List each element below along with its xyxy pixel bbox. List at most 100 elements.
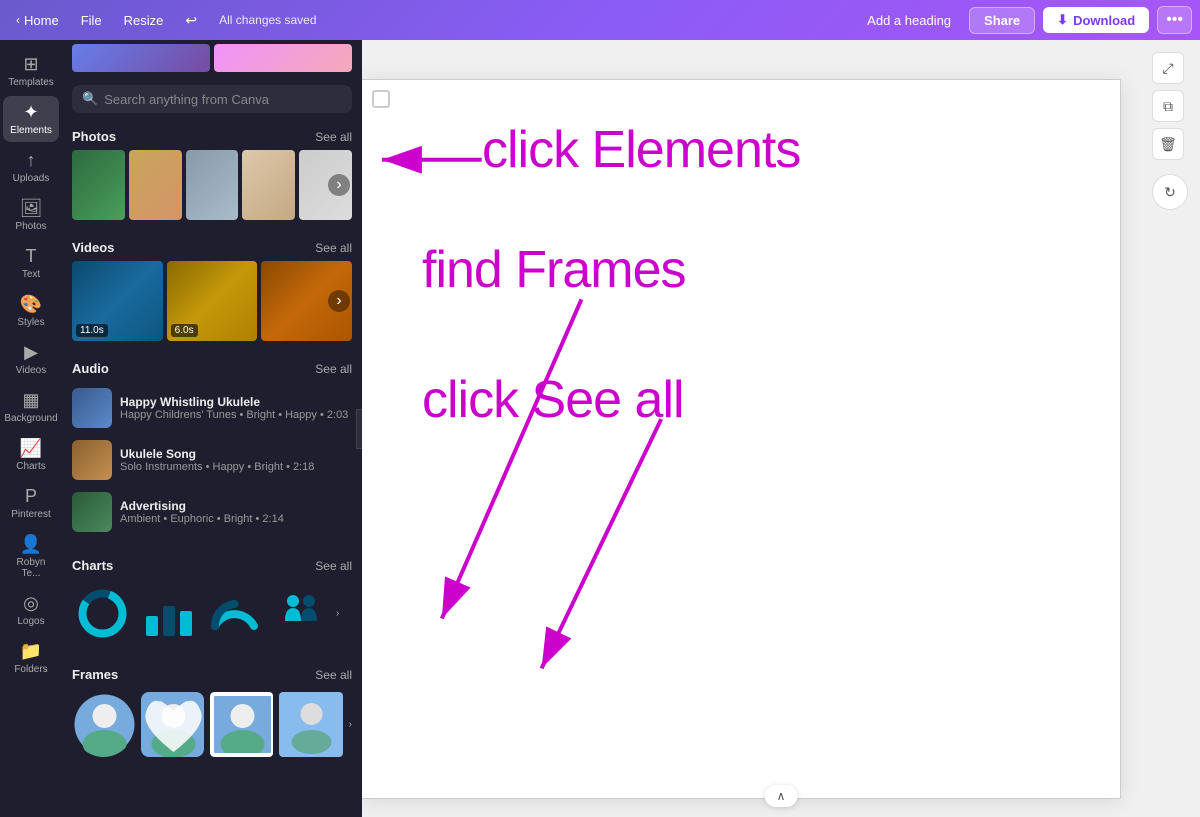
frame-circle-item[interactable] bbox=[72, 692, 135, 757]
arrows-overlay bbox=[362, 80, 1120, 798]
page-nav[interactable]: ∧ bbox=[765, 785, 798, 807]
sidebar-item-uploads[interactable]: ↑ Uploads bbox=[3, 144, 59, 190]
more-options-button[interactable]: ••• bbox=[1157, 6, 1192, 34]
arc-chart-svg bbox=[207, 586, 262, 641]
uploads-icon: ↑ bbox=[27, 150, 36, 171]
video-item[interactable]: › bbox=[261, 261, 352, 341]
home-label: Home bbox=[24, 13, 59, 28]
sidebar-item-label: Videos bbox=[16, 365, 46, 376]
frame-rect-item[interactable] bbox=[210, 692, 273, 757]
video-item[interactable]: 6.0s bbox=[167, 261, 258, 341]
sidebar-item-text[interactable]: T Text bbox=[3, 240, 59, 286]
audio-meta: Happy Childrens' Tunes • Bright • Happy … bbox=[120, 409, 352, 421]
sidebar-item-label: Elements bbox=[10, 125, 52, 136]
back-chevron-icon: ‹ bbox=[16, 13, 20, 27]
photos-icon: 🖼 bbox=[20, 198, 43, 219]
background-icon: ▦ bbox=[22, 390, 39, 411]
undo-button[interactable]: ↩ bbox=[177, 8, 205, 33]
sidebar-item-templates[interactable]: ⊞ Templates bbox=[3, 48, 59, 94]
photos-see-all-button[interactable]: See all bbox=[315, 130, 352, 144]
sidebar-item-pinterest[interactable]: P Pinterest bbox=[3, 480, 59, 526]
charts-next-arrow[interactable]: › bbox=[336, 608, 339, 619]
search-input[interactable] bbox=[104, 92, 342, 107]
sidebar-item-robyn[interactable]: 👤 Robyn Te... bbox=[3, 528, 59, 585]
file-button[interactable]: File bbox=[73, 9, 110, 32]
donut-chart-item[interactable] bbox=[72, 583, 132, 643]
hide-panel-button[interactable]: ‹ bbox=[356, 409, 362, 449]
photo-item[interactable]: › bbox=[299, 150, 352, 220]
frame-heart-svg bbox=[141, 692, 204, 757]
videos-next-arrow[interactable]: › bbox=[328, 290, 350, 312]
frame-extra-item[interactable] bbox=[279, 692, 342, 757]
sidebar-item-charts[interactable]: 📈 Charts bbox=[3, 432, 59, 478]
sidebar-item-styles[interactable]: 🎨 Styles bbox=[3, 288, 59, 334]
sidebar-item-label: Robyn Te... bbox=[7, 557, 55, 579]
copy-tool-button[interactable]: ⧉ bbox=[1152, 90, 1184, 122]
frames-grid: › bbox=[72, 688, 352, 761]
photo-item[interactable] bbox=[186, 150, 239, 220]
topbar-right: Add a heading Share ⬇ Download ••• bbox=[857, 6, 1192, 34]
frame-extra-svg bbox=[279, 692, 342, 757]
topbar: ‹ Home File Resize ↩ All changes saved A… bbox=[0, 0, 1200, 40]
video-duration: 6.0s bbox=[171, 324, 198, 337]
sidebar-item-photos[interactable]: 🖼 Photos bbox=[3, 192, 59, 238]
audio-see-all-button[interactable]: See all bbox=[315, 362, 352, 376]
add-heading-label: Add a heading bbox=[867, 13, 951, 28]
arc-chart-item[interactable] bbox=[204, 583, 264, 643]
page-nav-icon: ∧ bbox=[777, 789, 786, 803]
strip-item bbox=[214, 44, 352, 72]
main-layout: ⊞ Templates ✦ Elements ↑ Uploads 🖼 Photo… bbox=[0, 40, 1200, 817]
saved-status: All changes saved bbox=[219, 13, 316, 27]
photos-section: Photos See all › bbox=[62, 121, 362, 232]
frames-next-arrow[interactable]: › bbox=[349, 719, 352, 730]
more-icon: ••• bbox=[1166, 11, 1183, 28]
strip-item bbox=[72, 44, 210, 72]
sidebar-item-label: Pinterest bbox=[11, 509, 50, 520]
video-duration: 11.0s bbox=[76, 324, 108, 337]
home-button[interactable]: ‹ Home bbox=[8, 9, 67, 32]
photo-item[interactable] bbox=[242, 150, 295, 220]
audio-item[interactable]: Advertising Ambient • Euphoric • Bright … bbox=[72, 486, 352, 538]
video-item[interactable]: 11.0s bbox=[72, 261, 163, 341]
audio-item[interactable]: Ukulele Song Solo Instruments • Happy • … bbox=[72, 434, 352, 486]
refresh-button[interactable]: ↻ bbox=[1152, 174, 1188, 210]
donut-chart-svg bbox=[75, 586, 130, 641]
sidebar-item-logos[interactable]: ◎ Logos bbox=[3, 587, 59, 633]
download-button[interactable]: ⬇ Download bbox=[1043, 7, 1149, 33]
photo-item[interactable] bbox=[72, 150, 125, 220]
download-icon: ⬇ bbox=[1057, 12, 1068, 28]
charts-see-all-button[interactable]: See all bbox=[315, 559, 352, 573]
photo-item[interactable] bbox=[129, 150, 182, 220]
resize-button[interactable]: Resize bbox=[116, 9, 172, 32]
search-bar: 🔍 bbox=[62, 75, 362, 121]
add-heading-button[interactable]: Add a heading bbox=[857, 9, 961, 32]
bar-chart-item[interactable] bbox=[138, 583, 198, 643]
sidebar-item-label: Text bbox=[22, 269, 40, 280]
charts-section: Charts See all bbox=[62, 550, 362, 659]
frame-circle-svg bbox=[72, 692, 135, 757]
delete-tool-button[interactable]: 🗑 bbox=[1152, 128, 1184, 160]
frames-see-all-button[interactable]: See all bbox=[315, 668, 352, 682]
sidebar-item-folders[interactable]: 📁 Folders bbox=[3, 635, 59, 681]
photos-next-arrow[interactable]: › bbox=[328, 174, 350, 196]
people-chart-item[interactable] bbox=[270, 583, 330, 643]
canvas-checkbox[interactable] bbox=[372, 90, 390, 108]
expand-tool-button[interactable]: ⤢ bbox=[1152, 52, 1184, 84]
undo-icon: ↩ bbox=[185, 12, 197, 29]
sidebar-item-elements[interactable]: ✦ Elements bbox=[3, 96, 59, 142]
audio-info: Advertising Ambient • Euphoric • Bright … bbox=[120, 499, 352, 525]
audio-item[interactable]: Happy Whistling Ukulele Happy Childrens'… bbox=[72, 382, 352, 434]
canvas-area: ⤢ ⧉ 🗑 ↻ click Elements find Frames click… bbox=[362, 40, 1200, 817]
search-input-wrap[interactable]: 🔍 bbox=[72, 85, 352, 113]
videos-see-all-button[interactable]: See all bbox=[315, 241, 352, 255]
sidebar-item-label: Photos bbox=[15, 221, 46, 232]
share-button[interactable]: Share bbox=[969, 7, 1035, 34]
audio-info: Ukulele Song Solo Instruments • Happy • … bbox=[120, 447, 352, 473]
sidebar-item-background[interactable]: ▦ Background bbox=[3, 384, 59, 430]
annotation-find-frames: find Frames bbox=[422, 240, 686, 300]
sidebar-item-videos[interactable]: ▶ Videos bbox=[3, 336, 59, 382]
bar-chart-svg bbox=[141, 586, 196, 641]
frame-heart-item[interactable] bbox=[141, 692, 204, 757]
folders-icon: 📁 bbox=[20, 641, 42, 662]
audio-meta: Ambient • Euphoric • Bright • 2:14 bbox=[120, 513, 352, 525]
